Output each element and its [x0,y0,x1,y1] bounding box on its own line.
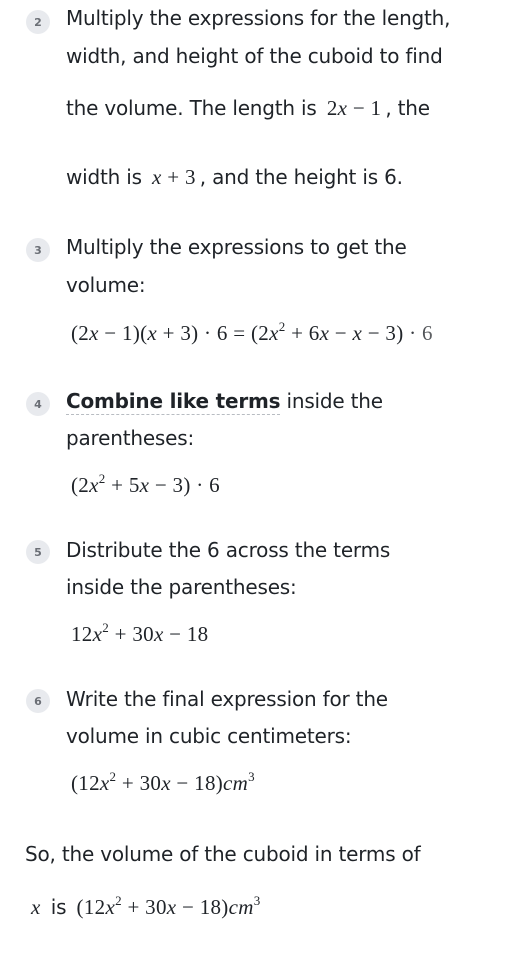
length-expression: 2x − 1 [326,96,382,120]
conclusion-line-1: So, the volume of the cuboid in terms of [25,842,421,866]
step-text-line: Multiply the expressions to get the [66,235,407,259]
step-text-line: the volume. The length is 2x − 1, the [66,96,430,121]
step-text-line: Multiply the expressions for the length, [66,6,451,30]
step-number-badge: 5 [26,540,50,564]
conclusion-line-2: x is (12x2 + 30x − 18)cm3 [25,893,265,920]
step-text-line: volume: [66,273,146,297]
step-text-line: parentheses: [66,426,195,450]
step-text-line: Distribute the 6 across the terms [66,538,391,562]
concept-link-combine-like-terms[interactable]: Combine like terms [66,389,281,415]
text-segment: , and the height is 6. [199,165,403,189]
step-equation: 12x2 + 30x − 18 [71,620,209,646]
text-segment: is [50,895,67,919]
step-number-badge: 2 [26,10,50,34]
final-result-expression: (12x2 + 30x − 18)cm3 [76,893,261,919]
step-equation[interactable]: (2x − 1)(x + 3) · 6 = (2x2 + 6x − x − 3)… [71,321,491,346]
step-text-line: Combine like terms inside the [66,389,384,415]
step-number-badge: 3 [26,238,50,262]
text-segment: the volume. The length is [66,96,317,120]
text-segment: inside the [280,389,384,413]
step-text-line: inside the parentheses: [66,575,297,599]
step-text-line: volume in cubic centimeters: [66,724,352,748]
width-expression: x + 3 [152,165,196,189]
step-number-badge: 6 [26,689,50,713]
step-text-line: width, and height of the cuboid to find [66,44,443,68]
step-text-line: width is x + 3, and the height is 6. [66,165,403,190]
text-segment: , the [385,96,430,120]
step-text-line: Write the final expression for the [66,687,388,711]
step-equation: (12x2 + 30x − 18)cm3 [71,769,255,795]
step-number-badge: 4 [26,392,50,416]
step-equation: (2x2 + 5x − 3) · 6 [71,471,220,497]
text-segment: width is [66,165,142,189]
variable-x: x [31,895,41,919]
